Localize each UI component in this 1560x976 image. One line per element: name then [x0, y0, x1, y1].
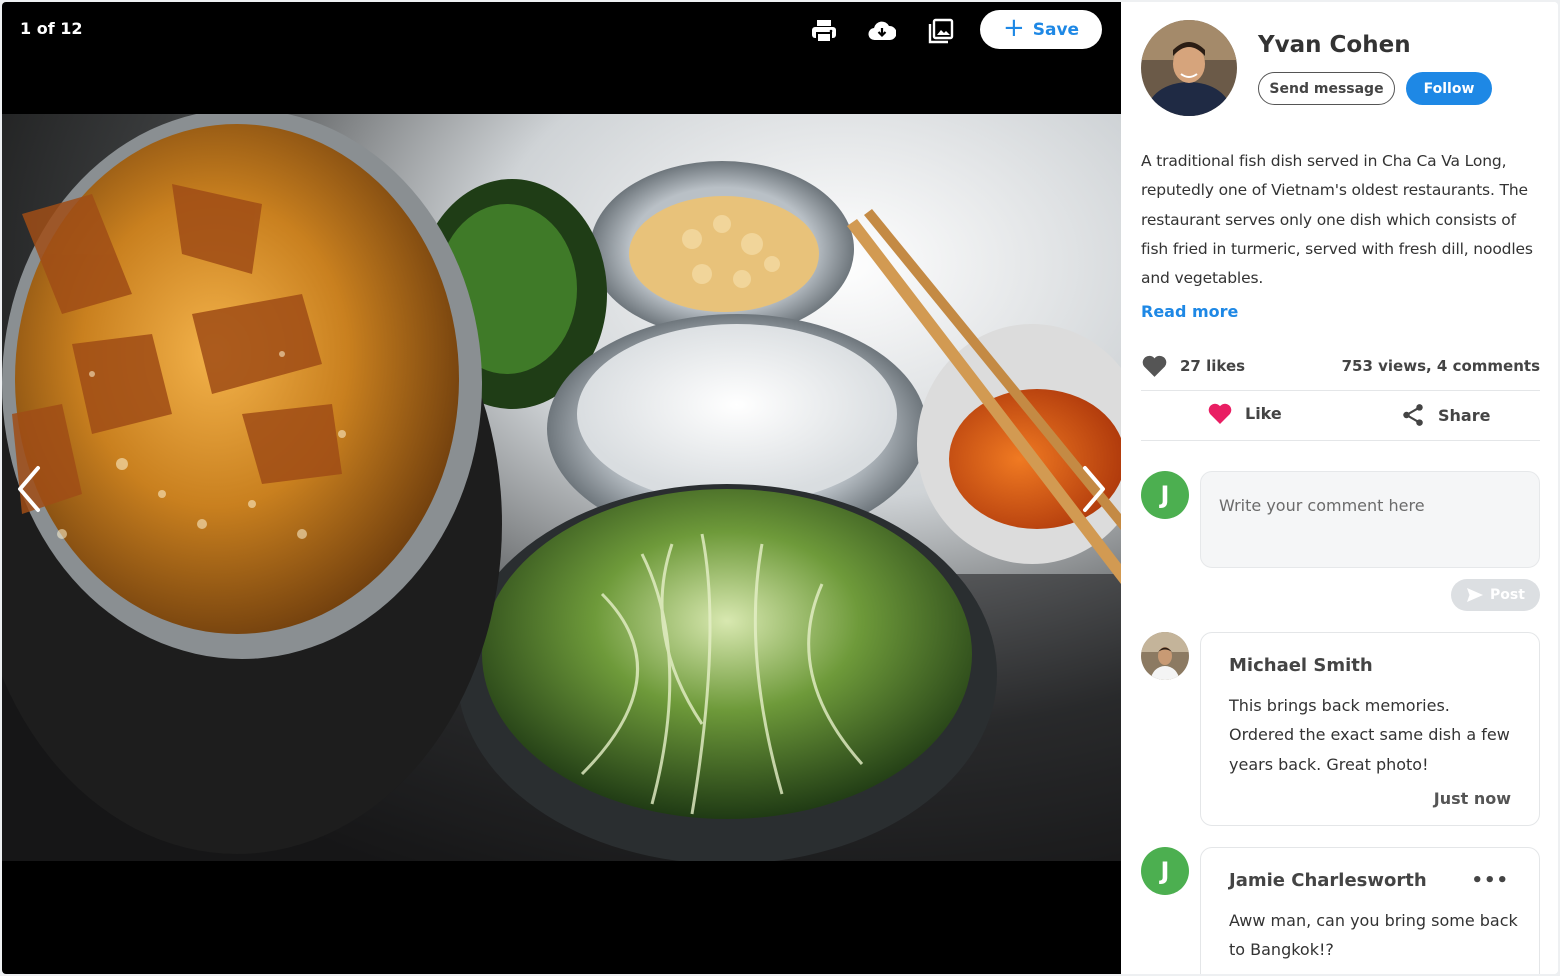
read-more-link[interactable]: Read more — [1141, 302, 1238, 321]
commenter-avatar[interactable]: J — [1141, 847, 1189, 895]
print-icon[interactable] — [807, 14, 841, 48]
previous-image-button[interactable] — [12, 464, 48, 514]
send-icon — [1467, 588, 1484, 602]
post-label: Post — [1490, 587, 1525, 603]
comment-card: Jamie Charlesworth ••• Aww man, can you … — [1200, 847, 1540, 974]
send-message-button[interactable]: Send message — [1258, 72, 1395, 105]
like-button[interactable]: Like — [1207, 402, 1282, 425]
post-description: A traditional fish dish served in Cha Ca… — [1141, 152, 1533, 288]
follow-button[interactable]: Follow — [1406, 72, 1492, 105]
comment-author[interactable]: Jamie Charlesworth — [1229, 870, 1427, 891]
author-name[interactable]: Yvan Cohen — [1258, 32, 1411, 58]
share-label: Share — [1438, 405, 1491, 425]
heart-icon — [1208, 403, 1232, 424]
food-photo — [2, 114, 1121, 861]
gallery-icon[interactable] — [924, 14, 958, 48]
share-button[interactable]: Share — [1400, 402, 1490, 428]
likes-label: 27 likes — [1180, 357, 1246, 375]
likes-count: 27 likes — [1141, 354, 1245, 378]
comment-text: Aww man, can you bring some back to Bang… — [1229, 911, 1518, 960]
details-panel: Yvan Cohen Send message Follow A traditi… — [1121, 2, 1558, 974]
commenter-avatar[interactable] — [1141, 632, 1189, 680]
author-avatar[interactable] — [1141, 20, 1237, 116]
image-counter: 1 of 12 — [20, 19, 83, 38]
share-icon — [1403, 404, 1423, 426]
download-icon[interactable] — [865, 14, 899, 48]
chevron-left-icon — [18, 466, 40, 512]
photo-lightbox: 1 of 12 + Save Yvan Cohen Send message F… — [2, 2, 1558, 974]
comment-input[interactable] — [1200, 471, 1540, 568]
image-viewer: 1 of 12 + Save — [2, 2, 1121, 974]
comment-text: This brings back memories. Ordered the e… — [1229, 696, 1510, 774]
next-image-button[interactable] — [1075, 464, 1111, 514]
comment-author[interactable]: Michael Smith — [1229, 655, 1373, 676]
current-user-avatar: J — [1141, 471, 1189, 519]
like-label: Like — [1245, 404, 1282, 423]
divider — [1141, 440, 1540, 441]
heart-icon — [1142, 355, 1167, 377]
post-stats: 27 likes 753 views, 4 comments — [1141, 354, 1540, 380]
views-comments-count: 753 views, 4 comments — [1341, 357, 1540, 375]
comment-timestamp: Just now — [1433, 789, 1511, 808]
post-button[interactable]: Post — [1451, 579, 1540, 611]
chevron-right-icon — [1083, 466, 1105, 512]
comment-card: Michael Smith This brings back memories.… — [1200, 632, 1540, 826]
divider — [1141, 390, 1540, 391]
save-label: Save — [1032, 19, 1080, 40]
more-options-icon[interactable]: ••• — [1471, 870, 1509, 891]
save-button[interactable]: + Save — [980, 10, 1102, 49]
plus-icon: + — [1002, 13, 1025, 43]
